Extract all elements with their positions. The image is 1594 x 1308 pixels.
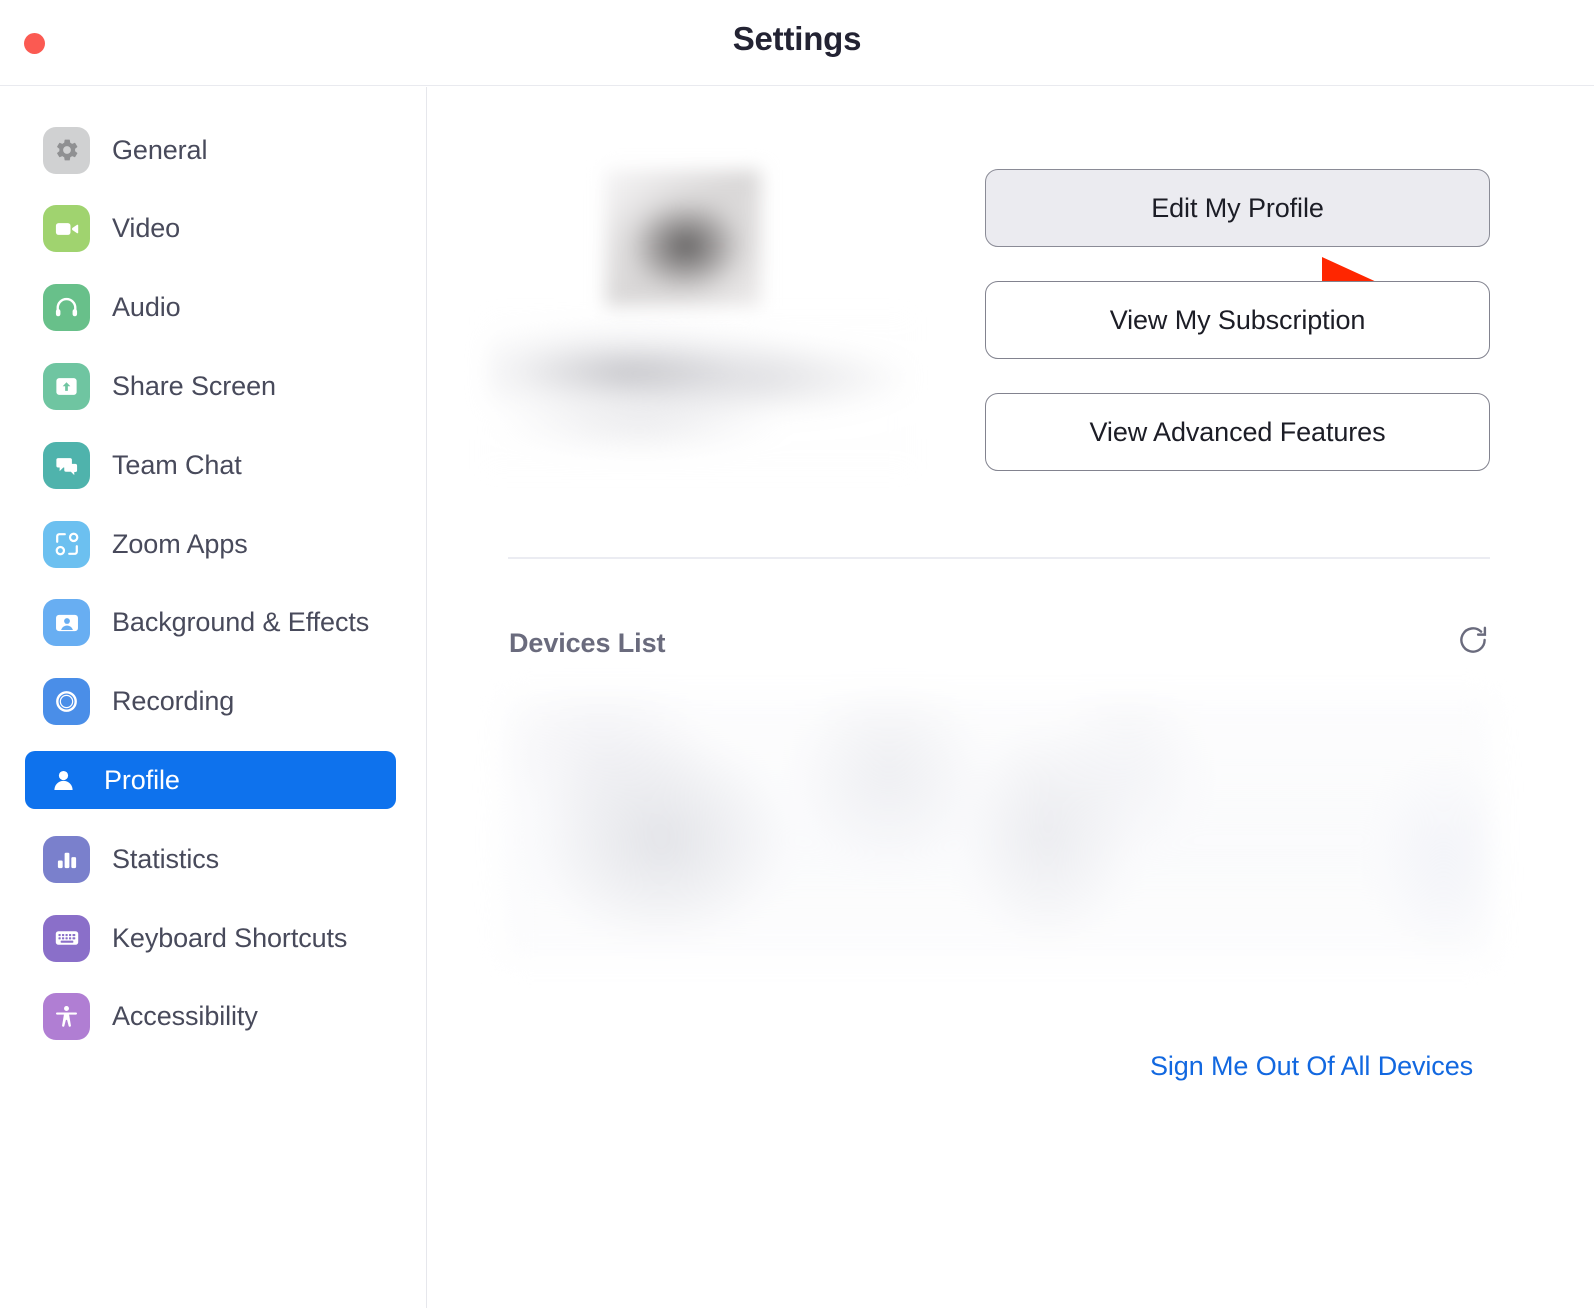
sign-me-out-of-all-devices-link[interactable]: Sign Me Out Of All Devices: [1150, 1051, 1473, 1082]
sidebar-item-accessibility[interactable]: Accessibility: [25, 988, 396, 1046]
sidebar-item-label: Accessibility: [112, 1001, 258, 1032]
section-divider: [508, 557, 1490, 559]
chat-bubbles-icon: [43, 441, 90, 489]
view-advanced-features-label: View Advanced Features: [1089, 416, 1386, 447]
sidebar-item-keyboard-shortcuts[interactable]: Keyboard Shortcuts: [25, 909, 396, 967]
person-frame-icon: [43, 599, 90, 647]
sidebar-item-zoom-apps[interactable]: Zoom Apps: [25, 515, 396, 573]
sidebar-item-team-chat[interactable]: Team Chat: [25, 436, 396, 494]
account-name-blurred: [488, 317, 908, 469]
devices-list-blurred: [503, 693, 1493, 963]
sidebar-item-general[interactable]: General: [25, 121, 396, 179]
sidebar-item-label: Recording: [112, 686, 235, 717]
sidebar-item-label: Statistics: [112, 843, 220, 874]
sidebar-item-statistics[interactable]: Statistics: [25, 830, 396, 888]
accessibility-icon: [43, 993, 90, 1041]
devices-list-heading: Devices List: [509, 628, 666, 658]
record-circle-icon: [43, 678, 90, 726]
sidebar-item-video[interactable]: Video: [25, 200, 396, 258]
view-advanced-features-button[interactable]: View Advanced Features: [985, 393, 1490, 471]
sidebar-item-label: Profile: [104, 764, 180, 795]
sidebar-item-recording[interactable]: Recording: [25, 673, 396, 731]
page-title: Settings: [732, 20, 862, 57]
main-content-panel: Edit My Profile View My Subscription Vie…: [428, 87, 1594, 1308]
zoom-apps-icon: [43, 520, 90, 568]
bar-chart-icon: [43, 835, 90, 883]
person-icon: [43, 760, 83, 800]
sidebar-item-label: Video: [112, 213, 181, 244]
avatar[interactable]: [605, 170, 761, 306]
sidebar-item-audio[interactable]: Audio: [25, 279, 396, 337]
sidebar-item-label: Audio: [112, 292, 181, 323]
sidebar-item-profile[interactable]: Profile: [25, 751, 396, 810]
edit-my-profile-button[interactable]: Edit My Profile: [985, 169, 1490, 247]
refresh-icon[interactable]: [1451, 618, 1495, 662]
sidebar-item-label: Share Screen: [112, 370, 276, 401]
sidebar-item-label: Background & Effects: [112, 607, 370, 638]
gear-icon: [43, 126, 90, 174]
view-my-subscription-label: View My Subscription: [1109, 304, 1366, 335]
sidebar-item-label: Zoom Apps: [112, 528, 248, 559]
sidebar-item-label: General: [112, 134, 208, 165]
keyboard-icon: [43, 914, 90, 962]
sidebar-item-label: Team Chat: [112, 449, 242, 480]
video-camera-icon: [43, 205, 90, 253]
share-screen-icon: [43, 362, 90, 410]
headphones-icon: [43, 284, 90, 332]
edit-my-profile-label: Edit My Profile: [1151, 192, 1324, 223]
window-titlebar: Settings: [0, 0, 1594, 86]
sidebar-item-background-effects[interactable]: Background & Effects: [25, 594, 396, 652]
sidebar-item-share-screen[interactable]: Share Screen: [25, 357, 396, 415]
sidebar-item-label: Keyboard Shortcuts: [112, 922, 348, 953]
settings-sidebar: General Video Audio Share Screen Team Chat Zo…: [0, 87, 427, 1308]
view-my-subscription-button[interactable]: View My Subscription: [985, 281, 1490, 359]
